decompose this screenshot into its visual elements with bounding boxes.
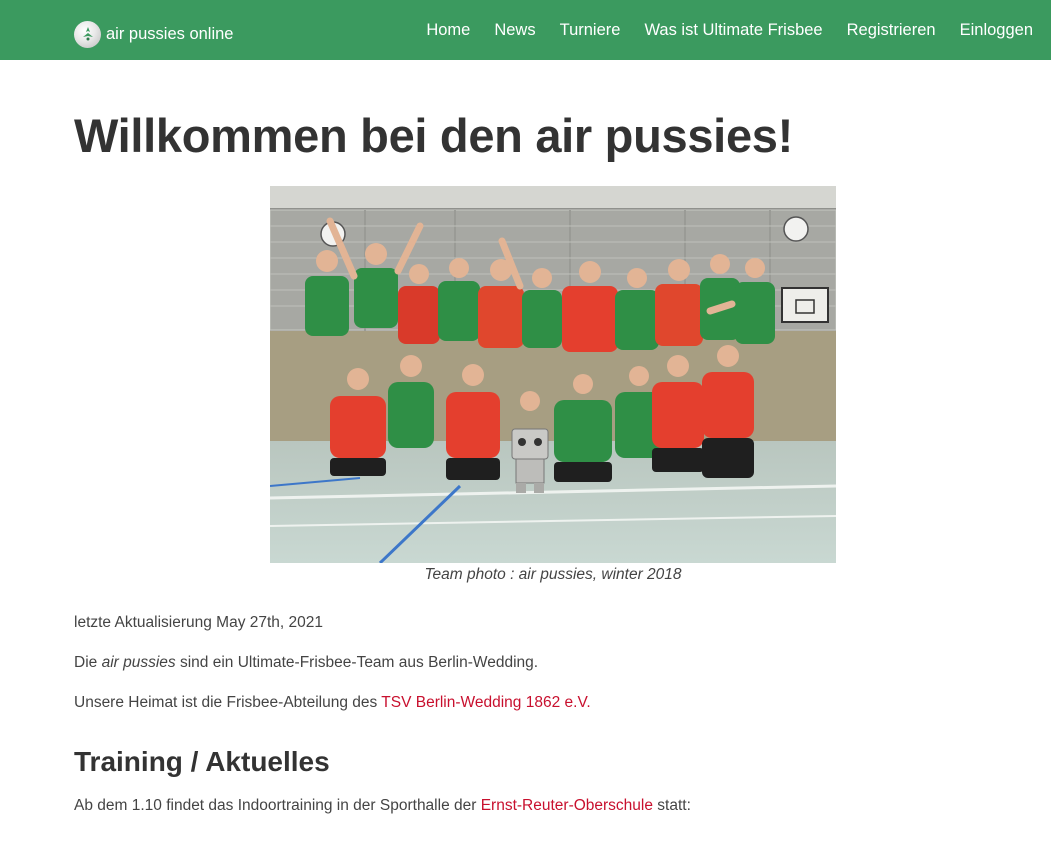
last-update-text: letzte Aktualisierung May 27th, 2021 [74, 614, 324, 631]
photo-caption: Team photo : air pussies, winter 2018 [424, 566, 682, 583]
page-title: Willkommen bei den air pussies! [74, 109, 793, 162]
team-photo [270, 186, 836, 563]
intro-paragraph: Die air pussies sind ein Ultimate-Frisbe… [74, 654, 538, 672]
brand-home-link[interactable]: air pussies online [74, 20, 234, 48]
team-name-emphasis: air pussies [101, 654, 176, 671]
ernst-reuter-oberschule-link[interactable]: Ernst-Reuter-Oberschule [481, 797, 653, 814]
intro-text-after: sind ein Ultimate-Frisbee-Team aus Berli… [175, 654, 539, 671]
nav-item-ultimate-frisbee[interactable]: Was ist Ultimate Frisbee [644, 21, 822, 40]
nav-menu: Home News Turniere Was ist Ultimate Fris… [402, 0, 1033, 60]
nav-item-registrieren[interactable]: Registrieren [847, 21, 936, 40]
intro-text-before: Die [74, 654, 102, 671]
training-text-after: statt: [653, 797, 691, 814]
home-paragraph: Unsere Heimat ist die Frisbee-Abteilung … [74, 694, 591, 712]
training-paragraph: Ab dem 1.10 findet das Indoortraining in… [74, 797, 691, 815]
nav-item-einloggen[interactable]: Einloggen [960, 21, 1033, 40]
brand-label: air pussies online [106, 24, 234, 43]
training-section-title: Training / Aktuelles [74, 746, 330, 777]
home-text-before: Unsere Heimat ist die Frisbee-Abteilung … [74, 694, 382, 711]
training-text-before: Ab dem 1.10 findet das Indoortraining in… [74, 797, 481, 814]
nav-item-news[interactable]: News [494, 21, 535, 40]
nav-item-home[interactable]: Home [426, 21, 470, 40]
tsv-berlin-wedding-link[interactable]: TSV Berlin-Wedding 1862 e.V. [381, 694, 590, 711]
top-navbar: air pussies online Home News Turniere Wa… [0, 0, 1051, 60]
nav-item-turniere[interactable]: Turniere [560, 21, 621, 40]
frisbee-logo-icon [74, 20, 101, 48]
